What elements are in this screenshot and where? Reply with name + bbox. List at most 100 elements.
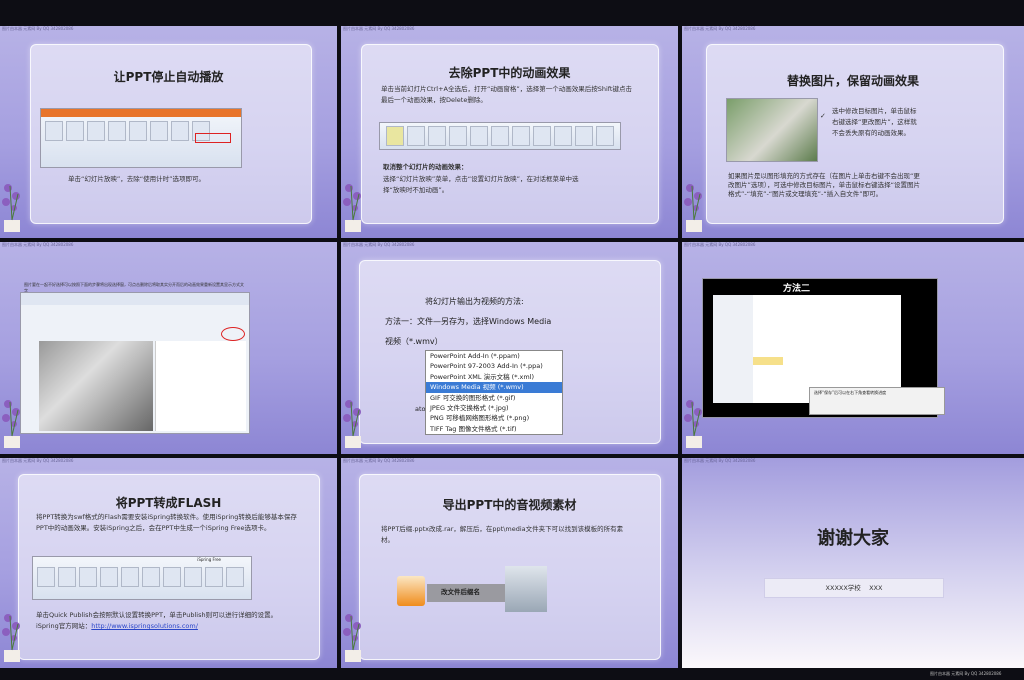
slide-line2: 视频（*.wmv） <box>385 337 443 346</box>
ribbon-button <box>407 126 425 146</box>
dark-screenshot: 方法二 选择“保存”后可以在右下角查看转换进度 <box>702 278 945 418</box>
arrow-label: 改文件后缀名 <box>441 588 480 596</box>
slide-header: 图片由本器 元素网 By QQ 342802086 <box>684 458 756 463</box>
flower-icon <box>343 184 361 232</box>
dropdown-option[interactable]: GIF 可交换的图形格式 (*.gif) <box>426 393 562 403</box>
slide-text: 将PPT后缀.pptx改成.rar，解压后，在ppt\media文件夹下可以找到… <box>381 525 624 544</box>
archive-icon <box>505 566 547 612</box>
slide-thumbnail-1[interactable]: 图片由本器 元素网 By QQ 342802086 让PPT停止自动播放 单击“… <box>0 26 337 238</box>
slide-text: 将PPT转换为swf格式的Flash需要安装iSpring转换软件。使用iSpr… <box>36 513 297 532</box>
ribbon-tab-bar <box>41 109 241 117</box>
highlight-box <box>195 133 231 143</box>
flower-icon <box>2 400 20 448</box>
slide-thumbnail-4[interactable]: 图片由本器 元素网 By QQ 342802086 图片要在一起不好选择可以按照… <box>0 242 337 454</box>
footer-text: 图片由本器 元素网 By QQ 342802086 <box>930 671 1002 676</box>
ispring-button-help <box>226 567 244 587</box>
slide-header: 图片由本器 元素网 By QQ 342802086 <box>343 242 415 247</box>
progress-popup: 选择“保存”后可以在右下角查看转换进度 <box>809 387 945 415</box>
slide-thumbnail-5[interactable]: 图片由本器 元素网 By QQ 342802086 将幻灯片输出为视频的方法: … <box>341 242 678 454</box>
ribbon-button <box>386 126 404 146</box>
slide-title: 导出PPT中的音视频素材 <box>442 498 577 512</box>
ribbon-button <box>512 126 530 146</box>
flower-icon <box>2 614 20 662</box>
building-image <box>726 98 818 162</box>
ispring-ribbon-screenshot: iSpring Free <box>32 556 252 600</box>
photo-placeholder <box>39 341 153 431</box>
flower-icon <box>684 184 702 232</box>
dropdown-option-selected[interactable]: Windows Media 视频 (*.wmv) <box>426 382 562 393</box>
backstage-selected-item <box>753 357 783 365</box>
slide-header: 图片由本器 元素网 By QQ 342802086 <box>2 242 74 247</box>
animation-pane <box>155 341 246 431</box>
dropdown-option[interactable]: PowerPoint Add-In (*.ppam) <box>426 351 562 361</box>
slide-header: 图片由本器 元素网 By QQ 342802086 <box>2 26 74 31</box>
slide-title: 将幻灯片输出为视频的方法: <box>425 297 524 306</box>
ribbon-icons <box>386 126 614 146</box>
school-label: XXXXX学校 XXX <box>764 578 944 598</box>
save-as-type-dropdown[interactable]: PowerPoint Add-In (*.ppam) PowerPoint 97… <box>425 350 563 436</box>
ispring-button-quiz <box>79 567 97 587</box>
pptx-file-icon <box>397 576 425 606</box>
ispring-button-upgrade <box>205 567 223 587</box>
slide-header: 图片由本器 元素网 By QQ 342802086 <box>343 458 415 463</box>
top-preview-strip <box>0 0 1024 26</box>
flower-icon <box>2 184 20 232</box>
slide-text: 单击当前幻灯片Ctrl+A全选后，打开“动画窗格”，选择第一个动画效果后按Shi… <box>381 85 632 104</box>
slide-title: 方法二 <box>783 284 811 294</box>
ribbon-tab: iSpring Free <box>197 557 221 562</box>
dropdown-option[interactable]: PNG 可移植网络图形格式 (*.png) <box>426 413 562 423</box>
ispring-link[interactable]: http://www.ispringsolutions.com/ <box>91 622 198 630</box>
slide-header: 图片由本器 元素网 By QQ 342802086 <box>2 458 74 463</box>
ispring-button-youtube <box>121 567 139 587</box>
ribbon-button <box>554 126 572 146</box>
slide-title: 将PPT转成FLASH <box>115 496 222 510</box>
ribbon-button <box>45 121 63 141</box>
ribbon-button <box>428 126 446 146</box>
slide-thumbnail-3[interactable]: 图片由本器 元素网 By QQ 342802086 替换图片，保留动画效果 ✓ … <box>682 26 1024 238</box>
slide-text2: 单击Quick Publish会按照默认设置转换PPT，单击Publish则可以… <box>36 610 298 632</box>
highlight-circle <box>221 327 245 341</box>
editor-ribbon <box>21 293 249 305</box>
ribbon-button <box>66 121 84 141</box>
slide-thumbnail-8[interactable]: 图片由本器 元素网 By QQ 342802086 导出PPT中的音视频素材 将… <box>341 458 678 668</box>
backstage-nav <box>713 295 753 403</box>
bottom-strip <box>0 668 1024 680</box>
ribbon-screenshot <box>40 108 242 168</box>
ribbon-button <box>108 121 126 141</box>
ribbon-button <box>596 126 614 146</box>
ribbon-icons <box>37 567 244 587</box>
flower-icon <box>684 400 702 448</box>
slide-header: 图片由本器 元素网 By QQ 342802086 <box>343 26 415 31</box>
slide-thumbnail-7[interactable]: 图片由本器 元素网 By QQ 342802086 将PPT转成FLASH 将P… <box>0 458 337 668</box>
flower-icon <box>343 400 361 448</box>
flower-icon <box>343 614 361 662</box>
ribbon-button <box>575 126 593 146</box>
slide-subtitle: 取消整个幻灯片的动画效果： <box>383 163 468 171</box>
slide-line1: 方法一：文件—另存为，选择Windows Media <box>385 317 552 326</box>
ispring-button-update <box>142 567 160 587</box>
thank-you-title: 谢谢大家 <box>817 528 889 549</box>
slide-title: 替换图片，保留动画效果 <box>786 74 919 88</box>
slide-header: 图片由本器 元素网 By QQ 342802086 <box>684 242 756 247</box>
dropdown-option[interactable]: PowerPoint XML 演示文稿 (*.xml) <box>426 372 562 382</box>
slide-thumbnail-6[interactable]: 图片由本器 元素网 By QQ 342802086 方法二 选择“保存”后可以在… <box>682 242 1024 454</box>
slide-text: 单击“幻灯片放映”，去除“使用计时”选项即可。 <box>68 175 205 183</box>
editor-screenshot <box>20 292 250 434</box>
ispring-button-quick-publish <box>37 567 55 587</box>
bullet-icon: ✓ <box>820 112 826 120</box>
ribbon-icons <box>45 121 210 141</box>
menu-prefix: ato <box>415 405 426 413</box>
ribbon-button <box>491 126 509 146</box>
slide-bullet: 选中修改目标图片，单击鼠标右键选择“更改图片”，这样就不会丢失原有的动画效果。 <box>832 107 917 137</box>
ribbon-button <box>150 121 168 141</box>
slide-thumbnail-2[interactable]: 图片由本器 元素网 By QQ 342802086 去除PPT中的动画效果 单击… <box>341 26 678 238</box>
slide-header: 图片由本器 元素网 By QQ 342802086 <box>684 26 756 31</box>
dropdown-option[interactable]: TIFF Tag 图像文件格式 (*.tif) <box>426 424 562 434</box>
ribbon-button <box>470 126 488 146</box>
ribbon-button <box>171 121 189 141</box>
dropdown-option[interactable]: JPEG 文件交换格式 (*.jpg) <box>426 403 562 413</box>
ribbon-button <box>449 126 467 146</box>
slide-title: 去除PPT中的动画效果 <box>448 66 571 80</box>
dropdown-option[interactable]: PowerPoint 97-2003 Add-In (*.ppa) <box>426 361 562 371</box>
slide-thumbnail-9[interactable]: 图片由本器 元素网 By QQ 342802086 谢谢大家 XXXXX学校 X… <box>682 458 1024 668</box>
